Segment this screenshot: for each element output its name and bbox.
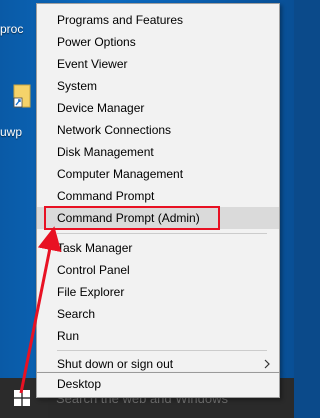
desktop-icon-label[interactable]: uwp bbox=[0, 125, 22, 139]
menu-item-shutdown-signout[interactable]: Shut down or sign out bbox=[37, 353, 279, 375]
menu-item-run[interactable]: Run bbox=[37, 325, 279, 347]
menu-item-control-panel[interactable]: Control Panel bbox=[37, 259, 279, 281]
chevron-right-icon bbox=[264, 359, 270, 369]
menu-separator bbox=[57, 350, 267, 351]
shortcut-file-icon[interactable] bbox=[13, 84, 31, 108]
menu-item-network-connections[interactable]: Network Connections bbox=[37, 119, 279, 141]
menu-item-label: Shut down or sign out bbox=[57, 357, 174, 371]
menu-item-power-options[interactable]: Power Options bbox=[37, 31, 279, 53]
menu-item-file-explorer[interactable]: File Explorer bbox=[37, 281, 279, 303]
menu-item-system[interactable]: System bbox=[37, 75, 279, 97]
menu-item-event-viewer[interactable]: Event Viewer bbox=[37, 53, 279, 75]
menu-item-disk-management[interactable]: Disk Management bbox=[37, 141, 279, 163]
windows-logo-icon bbox=[14, 390, 30, 406]
menu-item-device-manager[interactable]: Device Manager bbox=[37, 97, 279, 119]
menu-item-search[interactable]: Search bbox=[37, 303, 279, 325]
winx-context-menu: Programs and Features Power Options Even… bbox=[36, 3, 280, 373]
menu-item-programs-features[interactable]: Programs and Features bbox=[37, 9, 279, 31]
highlight-annotation-box bbox=[44, 206, 220, 230]
menu-item-command-prompt[interactable]: Command Prompt bbox=[37, 185, 279, 207]
menu-item-desktop[interactable]: Desktop bbox=[37, 373, 279, 395]
desktop-icon-label[interactable]: proc bbox=[0, 22, 23, 36]
menu-item-computer-management[interactable]: Computer Management bbox=[37, 163, 279, 185]
menu-item-task-manager[interactable]: Task Manager bbox=[37, 237, 279, 259]
menu-separator bbox=[57, 233, 267, 234]
menu-desktop-row-container: Desktop bbox=[36, 373, 280, 398]
